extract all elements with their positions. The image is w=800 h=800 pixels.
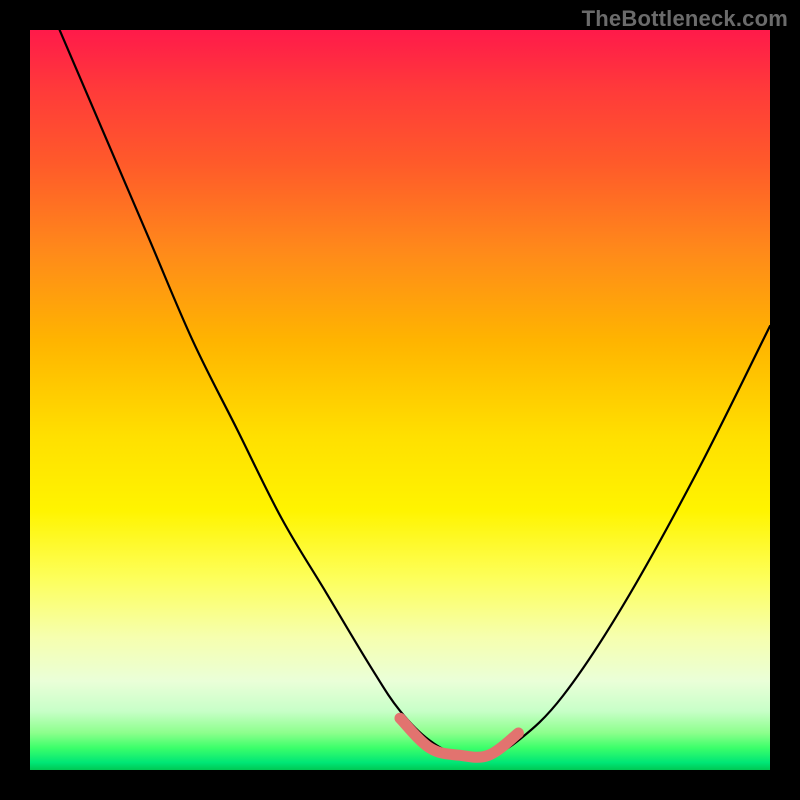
watermark-text: TheBottleneck.com [582,6,788,32]
chart-svg [30,30,770,770]
chart-canvas: TheBottleneck.com [0,0,800,800]
bottleneck-curve [60,30,770,757]
plot-area [30,30,770,770]
optimal-range-highlight [400,718,518,757]
